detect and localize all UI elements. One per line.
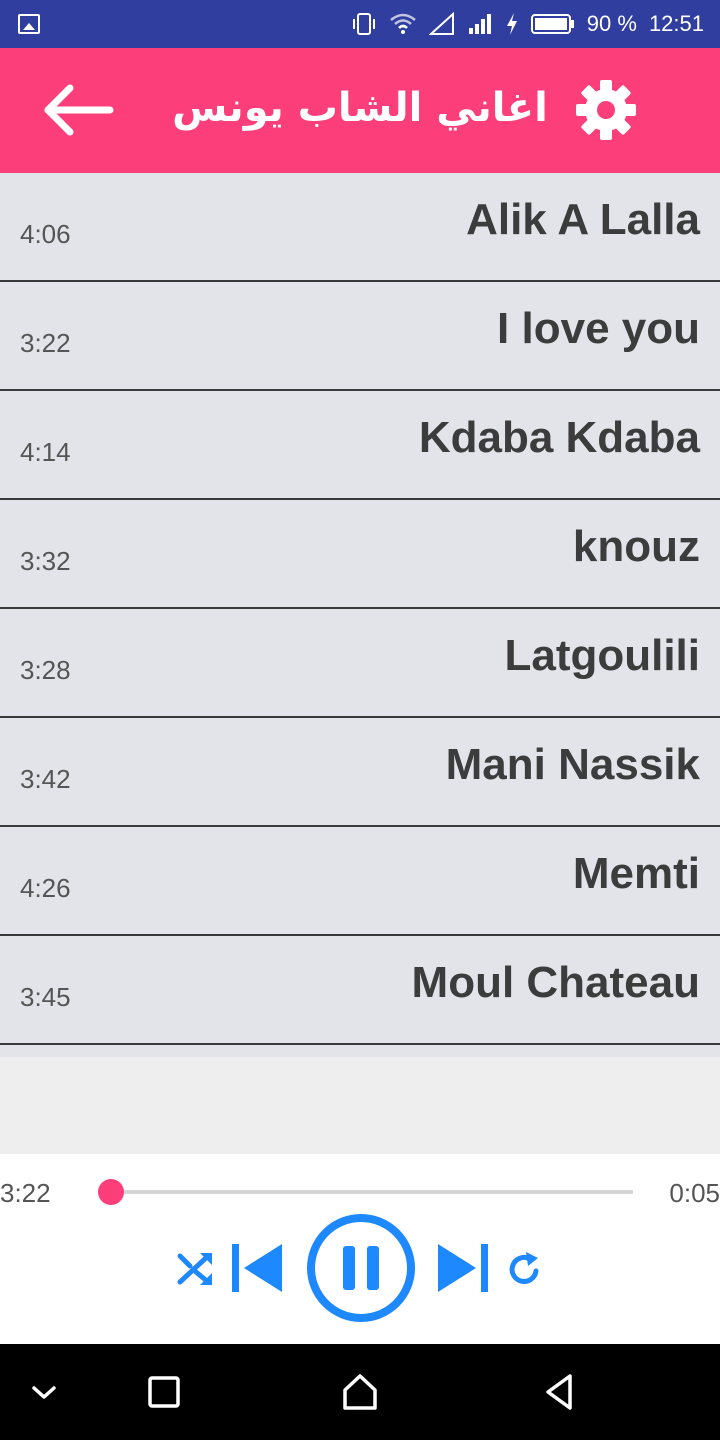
arrow-left-icon[interactable] bbox=[40, 78, 120, 142]
total-time: 0:05 bbox=[669, 1178, 720, 1208]
song-row[interactable]: Alik A Lalla 4:06 bbox=[0, 173, 720, 282]
song-duration: 3:22 bbox=[20, 328, 71, 358]
song-duration: 3:45 bbox=[20, 982, 71, 1012]
vibrate-icon bbox=[352, 13, 375, 35]
seek-thumb[interactable] bbox=[97, 1179, 124, 1205]
pause-icon[interactable] bbox=[305, 1212, 417, 1324]
app-bar: اغاني الشاب يونس bbox=[0, 48, 720, 173]
song-title: Mani Nassik bbox=[445, 740, 700, 789]
battery-percent: 90 % bbox=[586, 11, 637, 36]
song-row[interactable]: I love you 3:22 bbox=[0, 282, 720, 391]
song-list: Alik A Lalla 4:06 I love you 3:22 Kdaba … bbox=[0, 173, 720, 1057]
seek-bar[interactable] bbox=[97, 1179, 633, 1205]
wifi-icon bbox=[389, 13, 416, 34]
song-row[interactable]: Memti 4:26 bbox=[0, 827, 720, 936]
previous-icon[interactable] bbox=[230, 1242, 284, 1294]
status-icons: 90 % 12:51 bbox=[351, 0, 704, 48]
song-row[interactable]: knouz 3:32 bbox=[0, 500, 720, 609]
repeat-icon[interactable] bbox=[506, 1250, 544, 1288]
charging-icon bbox=[506, 13, 517, 35]
next-icon[interactable] bbox=[436, 1242, 490, 1294]
battery-icon bbox=[530, 14, 574, 34]
home-icon[interactable] bbox=[340, 1372, 380, 1412]
song-duration: 4:06 bbox=[20, 219, 71, 249]
playback-controls bbox=[0, 1212, 720, 1324]
song-row[interactable]: Latgoulili 3:28 bbox=[0, 609, 720, 718]
list-end bbox=[0, 1045, 720, 1057]
clock: 12:51 bbox=[648, 11, 704, 36]
page-title: اغاني الشاب يونس bbox=[172, 85, 548, 131]
chevron-down-icon[interactable] bbox=[24, 1372, 64, 1412]
current-time: 3:22 bbox=[0, 1178, 51, 1208]
player-panel: 3:22 0:05 bbox=[0, 1154, 720, 1344]
gear-icon[interactable] bbox=[572, 76, 640, 144]
song-title: Memti bbox=[572, 849, 700, 898]
song-title: Kdaba Kdaba bbox=[418, 413, 700, 462]
song-row[interactable]: Moul Chateau 3:45 bbox=[0, 936, 720, 1045]
shuffle-icon[interactable] bbox=[176, 1250, 216, 1286]
system-nav-bar bbox=[0, 1344, 720, 1440]
song-title: Alik A Lalla bbox=[466, 195, 700, 244]
song-duration: 3:32 bbox=[20, 546, 71, 576]
song-duration: 3:28 bbox=[20, 655, 71, 685]
gallery-icon bbox=[18, 14, 40, 34]
song-title: Latgoulili bbox=[504, 631, 700, 680]
song-duration: 3:42 bbox=[20, 764, 71, 794]
status-bar: 90 % 12:51 bbox=[0, 0, 720, 48]
signal-icon bbox=[468, 14, 491, 34]
song-duration: 4:26 bbox=[20, 873, 71, 903]
song-title: knouz bbox=[572, 522, 700, 571]
signal-empty-icon bbox=[428, 12, 454, 35]
song-title: Moul Chateau bbox=[411, 958, 700, 1007]
song-title: I love you bbox=[497, 304, 700, 353]
recents-icon[interactable] bbox=[144, 1372, 184, 1412]
song-row[interactable]: Mani Nassik 3:42 bbox=[0, 718, 720, 827]
back-icon[interactable] bbox=[540, 1372, 580, 1412]
song-duration: 4:14 bbox=[20, 437, 71, 467]
song-row[interactable]: Kdaba Kdaba 4:14 bbox=[0, 391, 720, 500]
